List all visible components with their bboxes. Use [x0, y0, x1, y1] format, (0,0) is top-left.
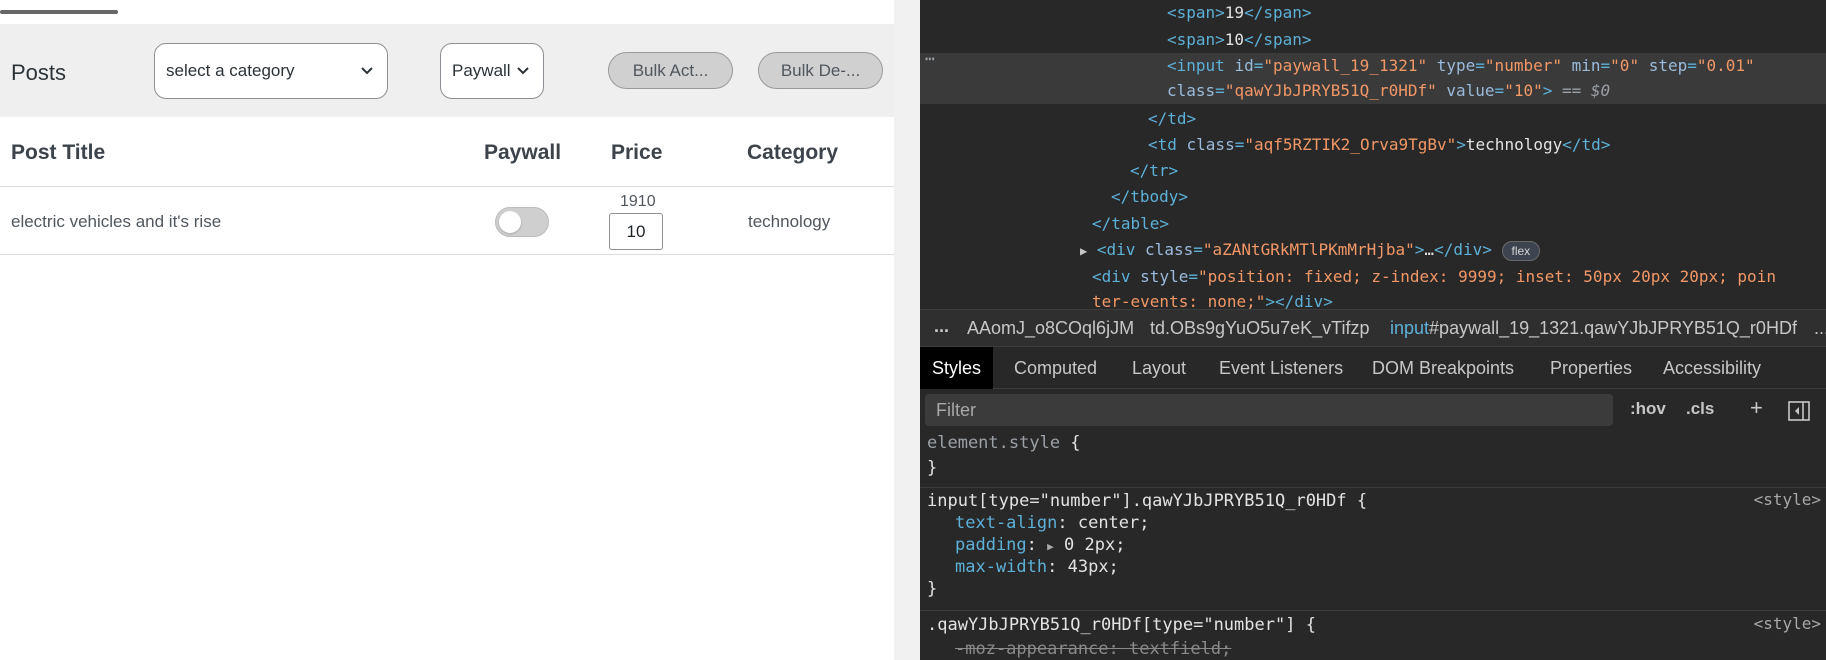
breadcrumb-item[interactable]: td.OBs9gYuO5u7eK_vTifzp — [1150, 318, 1369, 339]
css-property-overridden[interactable]: -moz-appearance: textfield; — [955, 638, 1231, 660]
attr-class-value: "aqf5RZTIK2_Orva9TgBv" — [1244, 135, 1457, 154]
category-select[interactable]: select a category — [154, 43, 388, 99]
table-divider — [0, 186, 894, 187]
paywall-toggle[interactable] — [495, 207, 549, 237]
styles-pane: element.style { } input[type="number"].q… — [920, 432, 1826, 660]
dom-node-table-close[interactable]: </table> — [1092, 211, 1169, 237]
attr-value-value: "10" — [1504, 81, 1543, 100]
attr-step-value: "0.01" — [1696, 56, 1755, 75]
rule-source-link[interactable]: <style> — [1754, 614, 1821, 633]
tab-layout[interactable]: Layout — [1132, 347, 1186, 389]
dom-breadcrumb: ... AAomJ_o8COql6jJM td.OBs9gYuO5u7eK_vT… — [920, 309, 1826, 347]
css-property[interactable]: max-width: 43px; — [955, 556, 1119, 578]
tab-accessibility[interactable]: Accessibility — [1663, 347, 1761, 389]
devtools-subtabs: Styles Computed Layout Event Listeners D… — [920, 347, 1826, 389]
element-style-rule[interactable]: element.style { — [927, 432, 1081, 454]
styles-filter-input[interactable]: Filter — [925, 394, 1613, 426]
attr-min-value: "0" — [1610, 56, 1640, 75]
span-text: 10 — [1224, 30, 1245, 49]
rule-source-link[interactable]: <style> — [1754, 490, 1821, 509]
css-property[interactable]: text-align: center; — [955, 512, 1150, 534]
tab-computed[interactable]: Computed — [1014, 347, 1097, 389]
tab-event-listeners[interactable]: Event Listeners — [1219, 347, 1343, 389]
paywall-select-value: Paywall — [452, 61, 511, 80]
post-title-cell[interactable]: electric vehicles and it's rise — [11, 212, 221, 232]
css-property[interactable]: padding: ▶ 0 2px; — [955, 534, 1125, 556]
header-post-title[interactable]: Post Title — [11, 141, 105, 165]
dom-node-div-collapsed[interactable]: ▶ <div class="aZANtGRkMTlPKmMrHjba">…</d… — [1080, 237, 1541, 263]
hov-toggle[interactable]: :hov — [1630, 399, 1666, 419]
add-rule-icon[interactable]: + — [1750, 395, 1763, 421]
selected-marker: == $0 — [1552, 81, 1611, 100]
flex-badge[interactable]: flex — [1501, 240, 1541, 261]
toggle-sidebar-icon[interactable] — [1788, 400, 1810, 422]
bulk-action-button[interactable]: Bulk Act... — [608, 52, 733, 89]
td-text: technology — [1465, 135, 1563, 154]
rule-selector[interactable]: input[type="number"].qawYJbJPRYB51Q_r0HD… — [927, 490, 1367, 512]
devtools-panel: <span>19</span> <span>10</span> ⋯ <input… — [920, 0, 1826, 660]
breadcrumb-overflow-left[interactable]: ... — [934, 316, 949, 337]
dom-node-div-fixed[interactable]: <div style="position: fixed; z-index: 99… — [1092, 264, 1776, 290]
attr-id-value: "paywall_19_1321" — [1263, 56, 1428, 75]
dom-node-td[interactable]: <td class="aqf5RZTIK2_Orva9TgBv">technol… — [1148, 132, 1610, 158]
page-title: Posts — [11, 60, 67, 85]
attr-type-value: "number" — [1484, 56, 1562, 75]
dom-node-span[interactable]: <span>19</span> — [1167, 0, 1312, 26]
toggle-knob — [499, 211, 521, 233]
dom-node-td-close[interactable]: </td> — [1148, 106, 1196, 132]
more-icon[interactable]: ⋯ — [925, 46, 935, 72]
header-price: Price — [611, 141, 663, 164]
tab-properties[interactable]: Properties — [1550, 347, 1632, 389]
rule-selector[interactable]: .qawYJbJPRYB51Q_r0HDf[type="number"] { — [927, 614, 1316, 636]
paywall-select[interactable]: Paywall — [440, 43, 544, 99]
dom-node-span[interactable]: <span>10</span> — [1167, 27, 1312, 53]
tab-styles[interactable]: Styles — [920, 347, 994, 389]
dom-node-tr-close[interactable]: </tr> — [1130, 158, 1178, 184]
table-divider — [0, 254, 894, 255]
dom-node-input-selected[interactable]: ⋯ <input id="paywall_19_1321" type="numb… — [920, 49, 1826, 104]
cls-toggle[interactable]: .cls — [1686, 399, 1714, 419]
price-input[interactable]: 10 — [609, 213, 663, 250]
attr-style-value: "position: fixed; z-index: 9999; inset: … — [1197, 267, 1776, 286]
attr-class-value: "qawYJbJPRYB51Q_r0HDf" — [1224, 81, 1437, 100]
dom-node-tbody-close[interactable]: </tbody> — [1111, 184, 1188, 210]
rule-separator — [920, 610, 1826, 611]
category-cell: technology — [748, 212, 831, 231]
category-select-value: select a category — [166, 61, 295, 80]
breadcrumb-item[interactable]: AAomJ_o8COql6jJM — [967, 318, 1134, 339]
attr-class-value: "aZANtGRkMTlPKmMrHjba" — [1202, 240, 1415, 259]
bulk-delete-button[interactable]: Bulk De-... — [758, 52, 883, 89]
tab-dom-breakpoints[interactable]: DOM Breakpoints — [1372, 347, 1514, 389]
chevron-down-icon — [361, 67, 373, 75]
expand-triangle-icon[interactable]: ▶ — [1047, 540, 1054, 553]
header-category[interactable]: Category — [747, 141, 838, 165]
panel-divider[interactable] — [894, 0, 920, 660]
expand-triangle-icon[interactable]: ▶ — [1080, 244, 1087, 258]
wordpress-admin-page: Posts select a category Paywall Bulk Act… — [0, 0, 894, 660]
span-text: 19 — [1224, 3, 1245, 22]
breadcrumb-item-active[interactable]: input#paywall_19_1321.qawYJbJPRYB51Q_r0H… — [1390, 318, 1797, 339]
tab-indicator — [0, 10, 118, 14]
rule-separator — [920, 487, 1826, 488]
price-label: 1910 — [620, 193, 656, 210]
chevron-down-icon — [517, 67, 529, 75]
styles-filter-row: Filter :hov .cls + — [920, 391, 1826, 431]
header-paywall: Paywall — [484, 141, 562, 164]
breadcrumb-overflow-right[interactable]: ... — [1814, 318, 1826, 339]
